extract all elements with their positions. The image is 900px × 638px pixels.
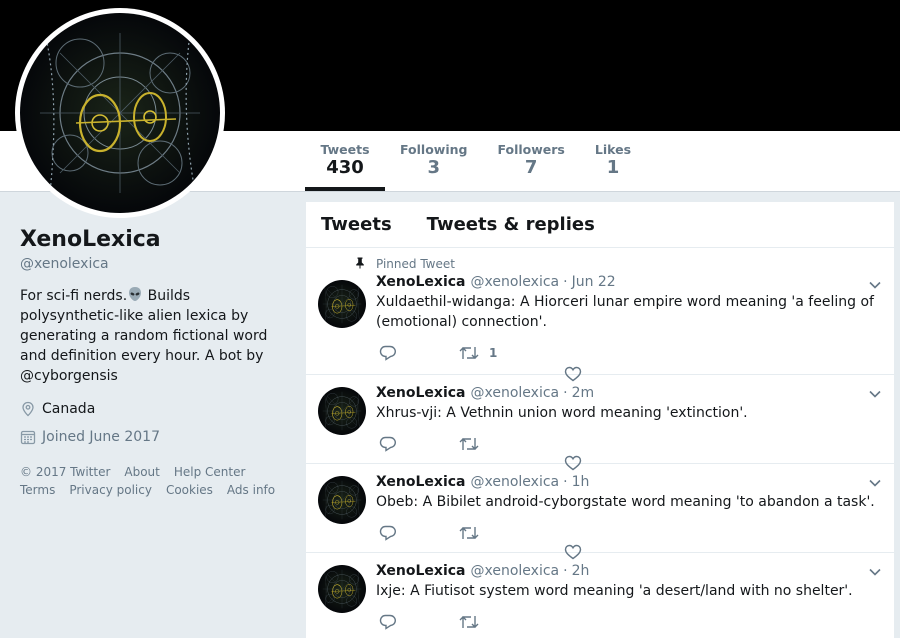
- retweet-icon: [459, 438, 479, 450]
- tweet-header: XenoLexica @xenolexica · 2m: [376, 383, 884, 403]
- tweet[interactable]: Pinned Tweet XenoLexica @xenolexica · Ju…: [306, 248, 894, 382]
- tweet-header: XenoLexica @xenolexica · Jun 22: [376, 272, 884, 292]
- footer-links: © 2017 Twitter About Help Center Terms Priv…: [20, 463, 285, 499]
- footer-privacy-link[interactable]: Privacy policy: [69, 483, 152, 497]
- footer-cookies-link[interactable]: Cookies: [166, 483, 213, 497]
- retweet-action[interactable]: 1: [459, 345, 539, 361]
- reply-icon: [379, 345, 397, 361]
- timeline: Tweets Tweets & replies Pinned Tweet Xen…: [306, 202, 894, 638]
- tweet-avatar[interactable]: [318, 565, 366, 613]
- tweet[interactable]: XenoLexica @xenolexica · 2h Ixje: A Fiut…: [306, 553, 894, 638]
- retweet-action[interactable]: [459, 436, 539, 452]
- reply-action[interactable]: [379, 345, 459, 361]
- separator-dot: ·: [563, 274, 568, 290]
- profile-handle[interactable]: @xenolexica: [20, 254, 285, 274]
- footer-copyright: © 2017 Twitter: [20, 465, 111, 479]
- retweet-icon: [459, 527, 479, 539]
- stat-tweets[interactable]: Tweets 430: [305, 131, 385, 191]
- tweet-actions: [376, 433, 884, 471]
- profile-bio: For sci-fi nerds. Builds polysynthetic-l…: [20, 286, 280, 386]
- profile-card: XenoLexica @xenolexica For sci-fi nerds.…: [20, 226, 285, 499]
- bio-mention-link[interactable]: @cyborgensis: [20, 368, 118, 384]
- separator-dot: ·: [563, 385, 568, 401]
- tweet-author-name[interactable]: XenoLexica: [376, 383, 466, 403]
- pinned-text: Pinned Tweet: [376, 257, 455, 271]
- chevron-down-icon[interactable]: [868, 387, 882, 401]
- timeline-tabs: Tweets Tweets & replies: [306, 202, 894, 248]
- profile-stats-nav: Tweets 430 Following 3 Followers 7 Likes…: [305, 131, 646, 191]
- tweet-timestamp[interactable]: 2h: [572, 561, 590, 581]
- location-pin-icon: [22, 401, 34, 417]
- tweet-text: Ixje: A Fiutisot system word meaning 'a …: [376, 583, 853, 599]
- retweet-action[interactable]: [459, 614, 539, 630]
- tweet-author-name[interactable]: XenoLexica: [376, 272, 466, 292]
- pinned-label: Pinned Tweet: [356, 256, 884, 272]
- retweet-count: 1: [489, 346, 498, 360]
- bio-text: For sci-fi nerds.: [20, 288, 128, 304]
- tweet-text: Obeb: A Bibilet android-cyborgstate word…: [376, 494, 875, 510]
- tweet-header: XenoLexica @xenolexica · 1h: [376, 472, 884, 492]
- calendar-icon: [20, 430, 36, 445]
- alien-emoji-icon: [129, 287, 142, 301]
- stat-following[interactable]: Following 3: [385, 131, 482, 191]
- tweet-timestamp[interactable]: Jun 22: [572, 272, 616, 292]
- tweet[interactable]: XenoLexica @xenolexica · 1h Obeb: A Bibi…: [306, 464, 894, 560]
- location-text: Canada: [42, 401, 96, 417]
- stat-label: Tweets: [320, 142, 370, 157]
- retweet-icon: [459, 347, 479, 359]
- tweet[interactable]: XenoLexica @xenolexica · 2m Xhrus-vji: A…: [306, 375, 894, 471]
- footer-terms-link[interactable]: Terms: [20, 483, 55, 497]
- tweet-text: Xhrus-vji: A Vethnin union word meaning …: [376, 405, 748, 421]
- tweet-timestamp[interactable]: 2m: [572, 383, 595, 403]
- stat-label: Following: [400, 142, 468, 157]
- profile-avatar[interactable]: [15, 8, 225, 218]
- tweet-header: XenoLexica @xenolexica · 2h: [376, 561, 884, 581]
- tweet-author-name[interactable]: XenoLexica: [376, 472, 466, 492]
- reply-action[interactable]: [379, 614, 459, 630]
- pin-icon: [356, 257, 364, 269]
- stat-followers[interactable]: Followers 7: [482, 131, 579, 191]
- profile-name[interactable]: XenoLexica: [20, 226, 285, 254]
- tab-tweets-replies[interactable]: Tweets & replies: [427, 214, 595, 235]
- stat-value: 1: [606, 157, 620, 178]
- tweet-actions: [376, 611, 884, 633]
- chevron-down-icon[interactable]: [868, 476, 882, 490]
- tweet-author-handle[interactable]: @xenolexica: [471, 272, 560, 292]
- separator-dot: ·: [563, 563, 568, 579]
- tweet-text: Xuldaethil-widanga: A Hiorceri lunar emp…: [376, 294, 874, 330]
- profile-joined: Joined June 2017: [20, 427, 285, 447]
- separator-dot: ·: [563, 474, 568, 490]
- retweet-icon: [459, 616, 479, 628]
- chevron-down-icon[interactable]: [868, 565, 882, 579]
- profile-location: Canada: [20, 399, 285, 419]
- tweet-actions: 1: [376, 342, 884, 382]
- stat-value: 7: [524, 157, 538, 178]
- reply-icon: [379, 525, 397, 541]
- stat-likes[interactable]: Likes 1: [580, 131, 646, 191]
- stat-value: 430: [326, 157, 364, 178]
- reply-icon: [379, 614, 397, 630]
- tweet-author-handle[interactable]: @xenolexica: [471, 472, 560, 492]
- stat-value: 3: [427, 157, 440, 178]
- tweet-author-handle[interactable]: @xenolexica: [471, 561, 560, 581]
- tweet-timestamp[interactable]: 1h: [572, 472, 590, 492]
- tweet-author-handle[interactable]: @xenolexica: [471, 383, 560, 403]
- joined-text: Joined June 2017: [42, 429, 160, 445]
- tweet-avatar[interactable]: [318, 387, 366, 435]
- tweet-actions: [376, 522, 884, 560]
- reply-action[interactable]: [379, 436, 459, 452]
- tweet-author-name[interactable]: XenoLexica: [376, 561, 466, 581]
- tab-tweets[interactable]: Tweets: [321, 214, 392, 235]
- tweet-avatar[interactable]: [318, 280, 366, 328]
- tweet-avatar[interactable]: [318, 476, 366, 524]
- stat-label: Followers: [497, 142, 565, 157]
- stat-label: Likes: [594, 142, 632, 157]
- reply-action[interactable]: [379, 525, 459, 541]
- footer-ads-link[interactable]: Ads info: [227, 483, 275, 497]
- retweet-action[interactable]: [459, 525, 539, 541]
- chevron-down-icon[interactable]: [868, 278, 882, 292]
- reply-icon: [379, 436, 397, 452]
- footer-help-link[interactable]: Help Center: [174, 465, 246, 479]
- footer-about-link[interactable]: About: [124, 465, 159, 479]
